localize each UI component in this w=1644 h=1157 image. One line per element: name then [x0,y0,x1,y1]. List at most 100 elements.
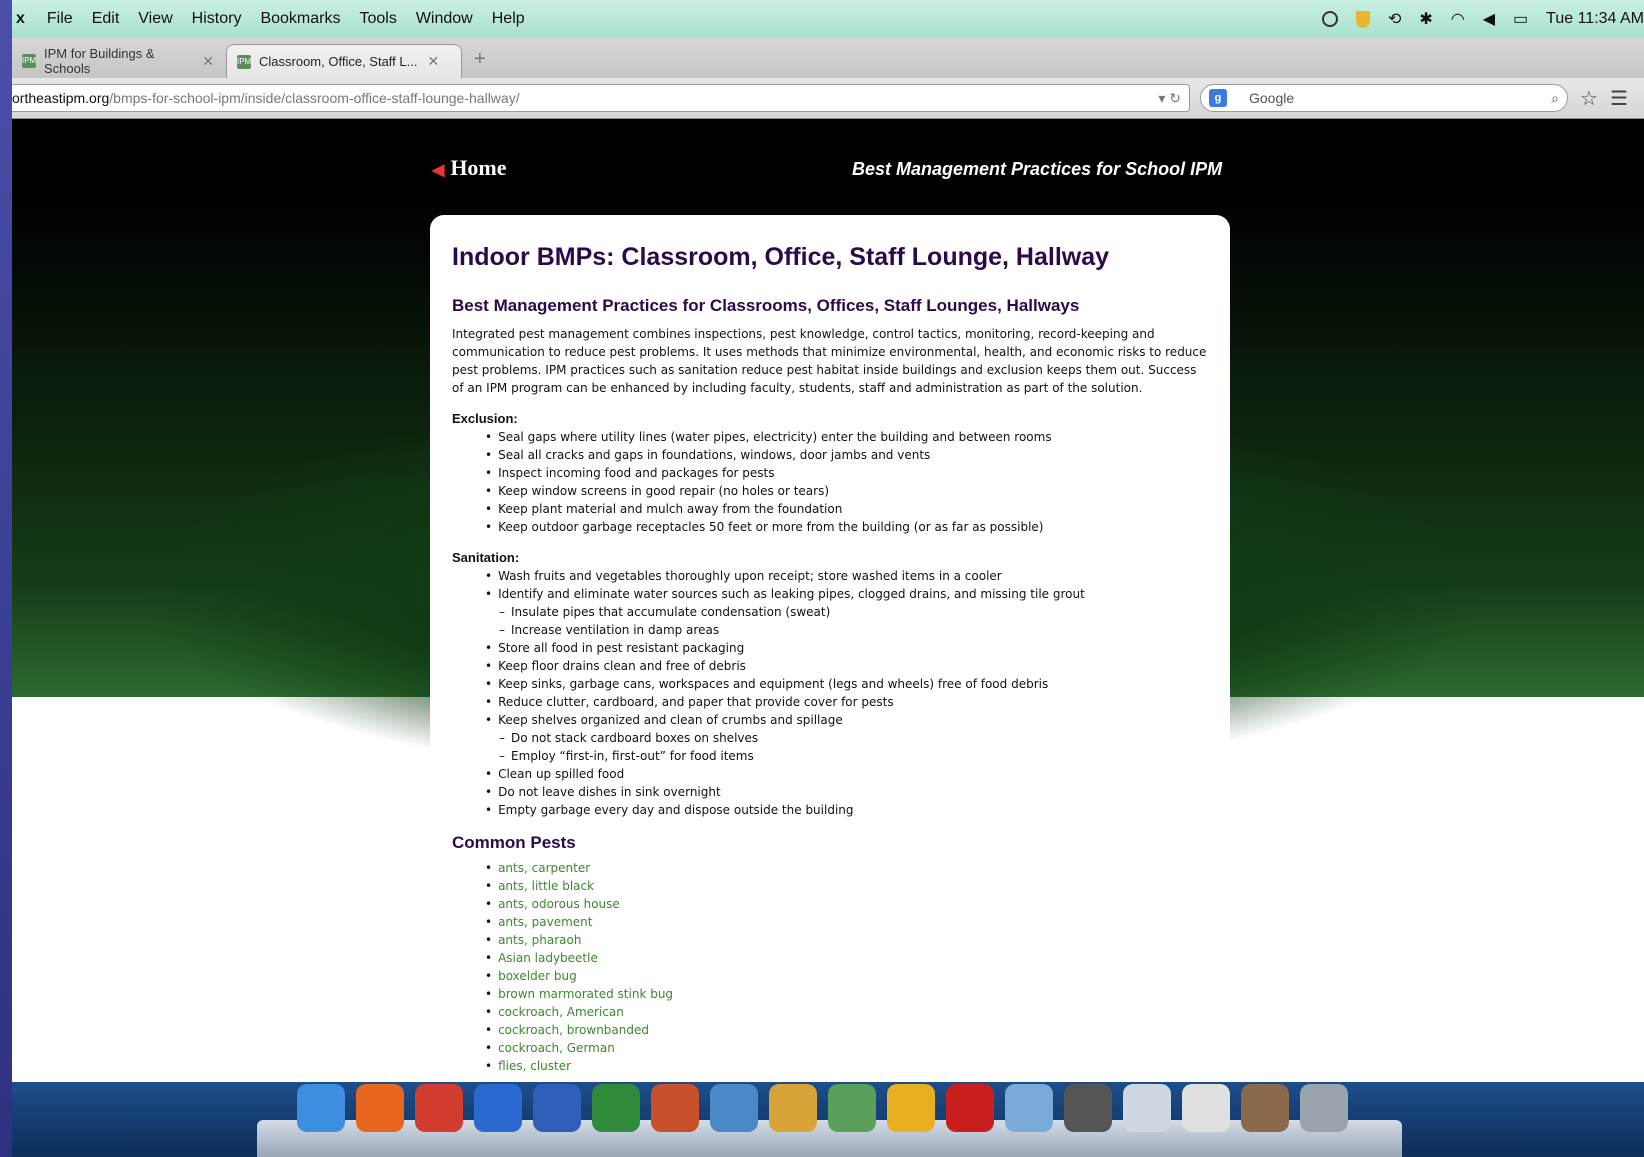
menu-help[interactable]: Help [492,10,525,28]
list-item: Seal all cracks and gaps in foundations,… [485,446,1210,464]
reload-icon[interactable]: ↻ [1169,90,1181,106]
firefox-icon[interactable] [356,1084,404,1132]
url-host: ortheastipm.org [12,90,110,106]
folder-icon[interactable] [1005,1084,1053,1132]
clock[interactable]: Tue 11:34 AM [1546,10,1644,28]
intro-paragraph: Integrated pest management combines insp… [452,327,1207,395]
tab-classroom-office[interactable]: IPM Classroom, Office, Staff L... ✕ [226,44,462,78]
ipm-favicon: IPM [237,54,251,69]
document-icon[interactable] [1123,1084,1171,1132]
common-pests-heading: Common Pests [452,833,576,852]
menu-app[interactable]: x [16,10,25,28]
list-item: Keep outdoor garbage receptacles 50 feet… [485,518,1210,536]
section-title: Best Management Practices for Classrooms… [452,296,1080,315]
google-icon[interactable]: g [1209,89,1227,107]
site-tagline: Best Management Practices for School IPM [852,159,1223,179]
close-icon[interactable]: ✕ [427,53,439,70]
pest-link[interactable]: Asian ladybeetle [485,949,1210,967]
list-subitem: Do not stack cardboard boxes on shelves [485,729,1210,747]
bluetooth-icon[interactable]: ✱ [1419,9,1432,29]
list-item: Keep plant material and mulch away from … [485,500,1210,518]
page-viewport: ◀ Home Best Management Practices for Scho… [12,119,1644,1082]
exclusion-list: Seal gaps where utility lines (water pip… [452,428,1210,536]
close-icon[interactable]: ✕ [202,53,214,70]
battery-icon[interactable]: ▭ [1513,9,1528,29]
list-item: Keep shelves organized and clean of crum… [485,711,1210,729]
list-item: Clean up spilled food [485,765,1210,783]
excel-icon[interactable] [592,1084,640,1132]
search-bar[interactable]: g Google ⌕ [1200,84,1568,112]
toolbar-icons: ☆ ☰ [1580,86,1640,111]
document-2-icon[interactable] [1182,1084,1230,1132]
outlook-icon[interactable] [887,1084,935,1132]
menu-file[interactable]: File [47,10,73,28]
menu-bar: x File Edit View History Bookmarks Tools… [12,0,1644,39]
pest-link[interactable]: cockroach, German [485,1039,1210,1057]
search-placeholder: Google [1249,90,1295,106]
home-link[interactable]: ◀ Home [432,155,507,181]
google-earth-icon[interactable] [474,1084,522,1132]
shield-icon[interactable] [1355,10,1370,28]
url-bar[interactable]: ortheastipm.org/bmps-for-school-ipm/insi… [12,84,1190,112]
preview-icon[interactable] [710,1084,758,1132]
home-label: Home [450,155,507,180]
tab-bar: IPM IPM for Buildings & Schools ✕ IPM Cl… [12,38,1644,79]
acrobat-icon[interactable] [946,1084,994,1132]
navigation-toolbar: ortheastipm.org/bmps-for-school-ipm/insi… [12,78,1644,119]
powerpoint-icon[interactable] [651,1084,699,1132]
dock-icons [297,1084,1359,1132]
menu-view[interactable]: View [138,10,172,28]
list-item: Reduce clutter, cardboard, and paper tha… [485,693,1210,711]
tab-ipm-buildings[interactable]: IPM IPM for Buildings & Schools ✕ [12,44,224,78]
menu-history[interactable]: History [192,10,242,28]
list-item: Keep floor drains clean and free of debr… [485,657,1210,675]
word-icon[interactable] [533,1084,581,1132]
pest-link[interactable]: ants, carpenter [485,859,1210,877]
pest-link[interactable]: cockroach, brownbanded [485,1021,1210,1039]
status-area: ⟲ ✱ ◠ ◀ ▭ Tue 11:34 AM [1304,0,1644,38]
volume-icon[interactable]: ◀ [1483,9,1495,29]
tab-label: IPM for Buildings & Schools [44,46,155,76]
back-arrow-icon: ◀ [432,162,445,179]
list-item: Keep sinks, garbage cans, workspaces and… [485,675,1210,693]
sanitation-list: Wash fruits and vegetables thoroughly up… [452,567,1210,819]
list-item: Identify and eliminate water sources suc… [485,585,1210,603]
window-icon[interactable] [1064,1084,1112,1132]
pest-link[interactable]: boxelder bug [485,967,1210,985]
wifi-icon[interactable]: ◠ [1451,9,1465,29]
pest-link[interactable]: brown marmorated stink bug [485,985,1210,1003]
list-item: Store all food in pest resistant packagi… [485,639,1210,657]
list-item: Do not leave dishes in sink overnight [485,783,1210,801]
new-tab-icon[interactable]: + [474,48,486,71]
finder-icon[interactable] [297,1084,345,1132]
trash-icon[interactable] [1300,1084,1348,1132]
pest-link[interactable]: ants, odorous house [485,895,1210,913]
time-machine-icon[interactable]: ⟲ [1388,9,1401,29]
pest-link[interactable]: flies, cluster [485,1057,1210,1075]
pests-list: ants, carpenter ants, little black ants,… [452,859,1210,1075]
pest-link[interactable]: cockroach, American [485,1003,1210,1021]
dropdown-icon[interactable]: ▾ [1158,90,1165,106]
list-item: Seal gaps where utility lines (water pip… [485,428,1210,446]
sanitation-heading: Sanitation: [452,550,520,565]
sync-icon[interactable] [1321,11,1338,27]
photos-icon[interactable] [769,1084,817,1132]
bookmarks-list-icon[interactable]: ☰ [1610,86,1628,111]
search-icon[interactable]: ⌕ [1551,85,1559,111]
menu-bookmarks[interactable]: Bookmarks [260,10,340,28]
pest-link[interactable]: ants, little black [485,877,1210,895]
list-item: Keep window screens in good repair (no h… [485,482,1210,500]
network-icon[interactable] [828,1084,876,1132]
list-item: Inspect incoming food and packages for p… [485,464,1210,482]
menu-tools[interactable]: Tools [359,10,396,28]
chrome-icon[interactable] [415,1084,463,1132]
pest-link[interactable]: ants, pavement [485,913,1210,931]
list-subitem: Increase ventilation in damp areas [485,621,1210,639]
pest-link[interactable]: ants, pharaoh [485,931,1210,949]
menu-window[interactable]: Window [416,10,473,28]
desktop-background [0,0,12,1157]
bookmark-star-icon[interactable]: ☆ [1580,86,1598,111]
list-subitem: Employ “first-in, first-out” for food it… [485,747,1210,765]
image-stack-icon[interactable] [1241,1084,1289,1132]
menu-edit[interactable]: Edit [92,10,120,28]
